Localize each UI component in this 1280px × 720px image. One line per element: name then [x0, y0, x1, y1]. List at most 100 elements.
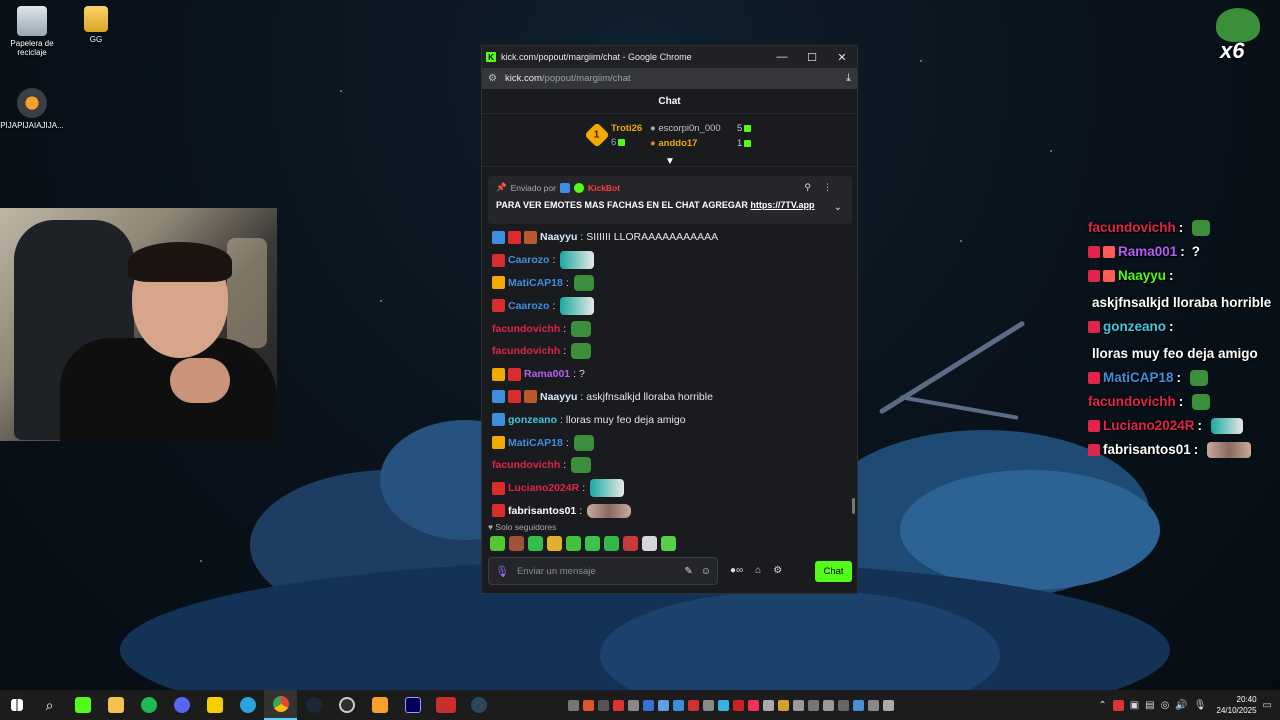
taskbar-app-premiere[interactable] — [396, 690, 429, 720]
store-icon[interactable]: ⌂ — [755, 565, 761, 576]
quick-emote[interactable] — [547, 536, 562, 551]
address-bar[interactable]: ⚙ kick.com/popout/margiim/chat ⤓ — [482, 68, 857, 89]
tray-app-icon[interactable] — [748, 699, 759, 711]
tray-app-icon[interactable] — [703, 699, 714, 711]
quick-emote[interactable] — [661, 536, 676, 551]
emoji-icon[interactable]: ☺ — [701, 566, 711, 577]
chat-username[interactable]: Naayyu — [540, 231, 577, 243]
chat-message[interactable]: MatiCAP18: — [492, 431, 852, 454]
microphone-icon[interactable]: 🎙 — [1194, 700, 1207, 711]
chevron-up-icon[interactable]: ⌃ — [1098, 700, 1106, 711]
scroll-down-icon[interactable]: ▼ — [665, 156, 675, 167]
taskbar-app-obs[interactable] — [330, 690, 363, 720]
chat-username[interactable]: facundovichh — [492, 459, 560, 471]
translate-icon[interactable]: ✎ — [684, 566, 692, 577]
taskbar-app-steam[interactable] — [297, 690, 330, 720]
start-button[interactable] — [0, 690, 33, 720]
quick-emote[interactable] — [528, 536, 543, 551]
leaderboard-first-name[interactable]: Troti26 — [611, 123, 642, 134]
close-button[interactable]: ✕ — [827, 51, 857, 64]
minimize-button[interactable]: — — [767, 51, 797, 63]
quick-emote[interactable] — [642, 536, 657, 551]
chat-message[interactable]: Luciano2024R: — [492, 477, 852, 500]
chat-message[interactable]: Naayyu: askjfnsalkjd lloraba horrible — [492, 386, 852, 409]
taskbar-app-kick[interactable] — [66, 690, 99, 720]
tray-app-icon[interactable] — [808, 699, 819, 711]
tray-app-icon[interactable] — [868, 699, 879, 711]
clock[interactable]: 20:40 24/10/2025 — [1217, 694, 1257, 716]
notifications-icon[interactable]: ▭ — [1263, 700, 1272, 711]
chat-username[interactable]: MatiCAP18 — [508, 437, 563, 449]
tray-app-icon[interactable] — [643, 699, 654, 711]
chat-message[interactable]: facundovichh: — [492, 340, 852, 363]
search-button[interactable]: ⌕ — [33, 690, 66, 720]
chat-username[interactable]: facundovichh — [492, 323, 560, 335]
tray-app-icon[interactable] — [658, 699, 669, 711]
chat-message[interactable]: MatiCAP18: — [492, 272, 852, 295]
leaderboard-third-name[interactable]: ● anddo17 — [650, 138, 697, 149]
taskbar-app-chrome[interactable] — [264, 690, 297, 720]
microphone-icon[interactable]: 🎙 — [495, 565, 509, 578]
tray-app-icon[interactable]: ▤ — [1145, 700, 1154, 711]
tray-app-icon[interactable] — [673, 699, 684, 711]
unpin-icon[interactable]: ⚲⋮ — [804, 182, 844, 193]
chevron-down-icon[interactable]: ⌄ — [834, 202, 842, 213]
taskbar-app-notes[interactable] — [198, 690, 231, 720]
taskbar-app-fl-studio[interactable] — [363, 690, 396, 720]
taskbar-app-spotify[interactable] — [132, 690, 165, 720]
window-titlebar[interactable]: K kick.com/popout/margiim/chat - Google … — [482, 46, 857, 68]
message-input[interactable]: 🎙 Enviar un mensaje ✎ ☺ — [488, 557, 718, 585]
chat-message[interactable]: Rama001:? — [492, 363, 852, 386]
pinned-message[interactable]: 📌 Enviado por KickBot PARA VER EMOTES MA… — [488, 176, 852, 224]
chat-username[interactable]: Rama001 — [524, 368, 570, 380]
chat-scrollbar[interactable] — [852, 498, 855, 514]
tray-app-icon[interactable] — [733, 699, 744, 711]
tray-app-icon[interactable] — [853, 699, 864, 711]
maximize-button[interactable]: ☐ — [797, 51, 827, 64]
tray-app-icon[interactable] — [688, 699, 699, 711]
chat-message[interactable]: Caarozo: — [492, 249, 852, 272]
chat-message[interactable]: fabrisantos01: — [492, 500, 852, 523]
quick-emote[interactable] — [604, 536, 619, 551]
chat-message[interactable]: gonzeano: lloras muy feo deja amigo — [492, 408, 852, 431]
taskbar-app-voicemod[interactable] — [429, 690, 462, 720]
chat-message[interactable]: Naayyu: SIIIIII LLORAAAAAAAAAAA — [492, 226, 852, 249]
tray-app-icon[interactable] — [598, 699, 609, 711]
chat-username[interactable]: facundovichh — [492, 345, 560, 357]
chat-username[interactable]: Caarozo — [508, 254, 549, 266]
chat-message[interactable]: facundovichh: — [492, 317, 852, 340]
site-settings-icon[interactable]: ⚙ — [488, 73, 497, 84]
chat-message[interactable]: facundovichh: — [492, 454, 852, 477]
desktop-icon-folder[interactable]: GG — [61, 6, 131, 44]
pinned-sender[interactable]: KickBot — [588, 183, 620, 193]
volume-icon[interactable]: 🔊 — [1175, 700, 1187, 711]
chat-username[interactable]: Luciano2024R — [508, 482, 579, 494]
chat-username[interactable]: MatiCAP18 — [508, 277, 563, 289]
tray-app-icon[interactable] — [718, 699, 729, 711]
settings-gear-icon[interactable]: ⚙ — [773, 565, 782, 576]
points-icon[interactable]: ●∞ — [730, 565, 743, 576]
desktop-icon-recycle-bin[interactable]: Papelera de reciclaje — [0, 6, 67, 57]
tray-app-icon[interactable] — [778, 699, 789, 711]
pinned-link[interactable]: https://7TV.app — [750, 200, 814, 210]
tray-app-icon[interactable] — [1112, 699, 1124, 711]
tray-app-icon[interactable] — [823, 699, 834, 711]
download-icon[interactable]: ⤓ — [846, 72, 851, 85]
taskbar-app-explorer[interactable] — [99, 690, 132, 720]
taskbar-app-discord[interactable] — [165, 690, 198, 720]
chat-username[interactable]: Caarozo — [508, 300, 549, 312]
chat-username[interactable]: gonzeano — [508, 414, 557, 426]
tray-app-icon[interactable] — [583, 699, 594, 711]
taskbar-app-telegram[interactable] — [231, 690, 264, 720]
network-icon[interactable]: ◎ — [1161, 700, 1170, 711]
quick-emote[interactable] — [566, 536, 581, 551]
chat-message[interactable]: Caarozo: — [492, 294, 852, 317]
tray-app-icon[interactable] — [628, 699, 639, 711]
tray-app-icon[interactable] — [763, 699, 774, 711]
quick-emote[interactable] — [509, 536, 524, 551]
tray-app-icon[interactable] — [568, 699, 579, 711]
taskbar-app-steam-2[interactable] — [462, 690, 495, 720]
quick-emote[interactable] — [585, 536, 600, 551]
chat-username[interactable]: fabrisantos01 — [508, 505, 576, 517]
tray-app-icon[interactable] — [793, 699, 804, 711]
